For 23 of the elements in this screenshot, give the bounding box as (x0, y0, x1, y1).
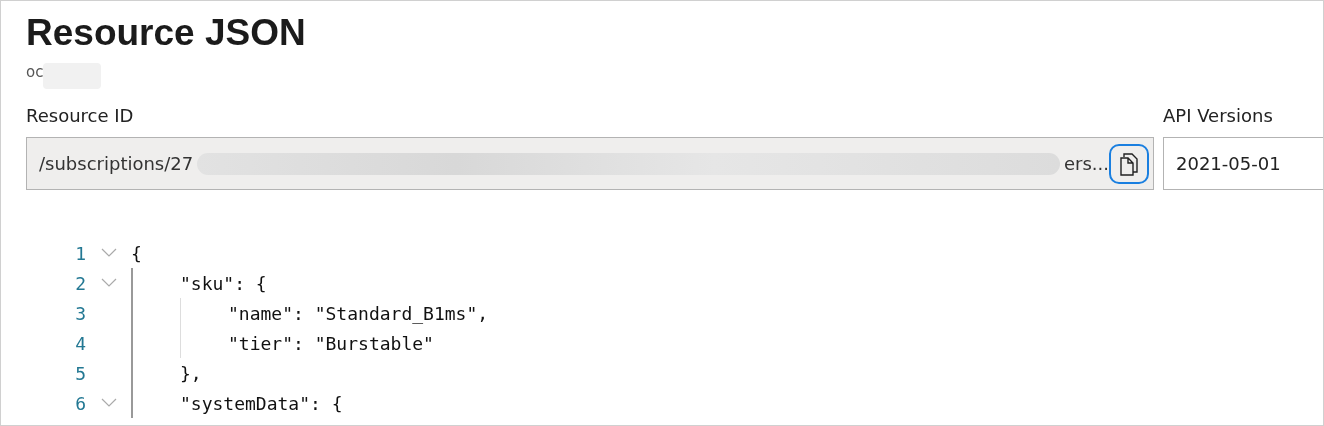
line-number: 5 (74, 362, 86, 384)
copy-button[interactable] (1109, 143, 1149, 184)
fold-chevron-icon[interactable] (100, 248, 117, 258)
copy-icon (1118, 151, 1140, 176)
line-number: 6 (74, 392, 86, 414)
subtitle: oc (26, 63, 44, 81)
code-line: { (131, 242, 142, 264)
code-line: }, (180, 362, 202, 384)
code-line: "systemData": { (180, 392, 343, 414)
fold-chevron-icon[interactable] (100, 398, 117, 408)
field-label: Resource ID (26, 105, 135, 128)
page-title: Resource JSON (26, 11, 307, 55)
fold-chevron-icon[interactable] (100, 278, 117, 288)
api-version-dropdown[interactable]: 2021-05-01 (1163, 137, 1323, 190)
line-number: 2 (74, 272, 86, 294)
line-number: 3 (74, 302, 86, 324)
code-line: "sku": { (180, 272, 267, 294)
line-number: 4 (74, 332, 86, 354)
code-line: "tier": "Burstable" (228, 332, 434, 354)
line-number: 1 (74, 242, 86, 264)
code-line: "name": "Standard_B1ms", (228, 302, 489, 324)
field-label: API Versions (1163, 105, 1274, 128)
resource-id-field[interactable]: /subscriptions/27 ers... (26, 137, 1154, 190)
